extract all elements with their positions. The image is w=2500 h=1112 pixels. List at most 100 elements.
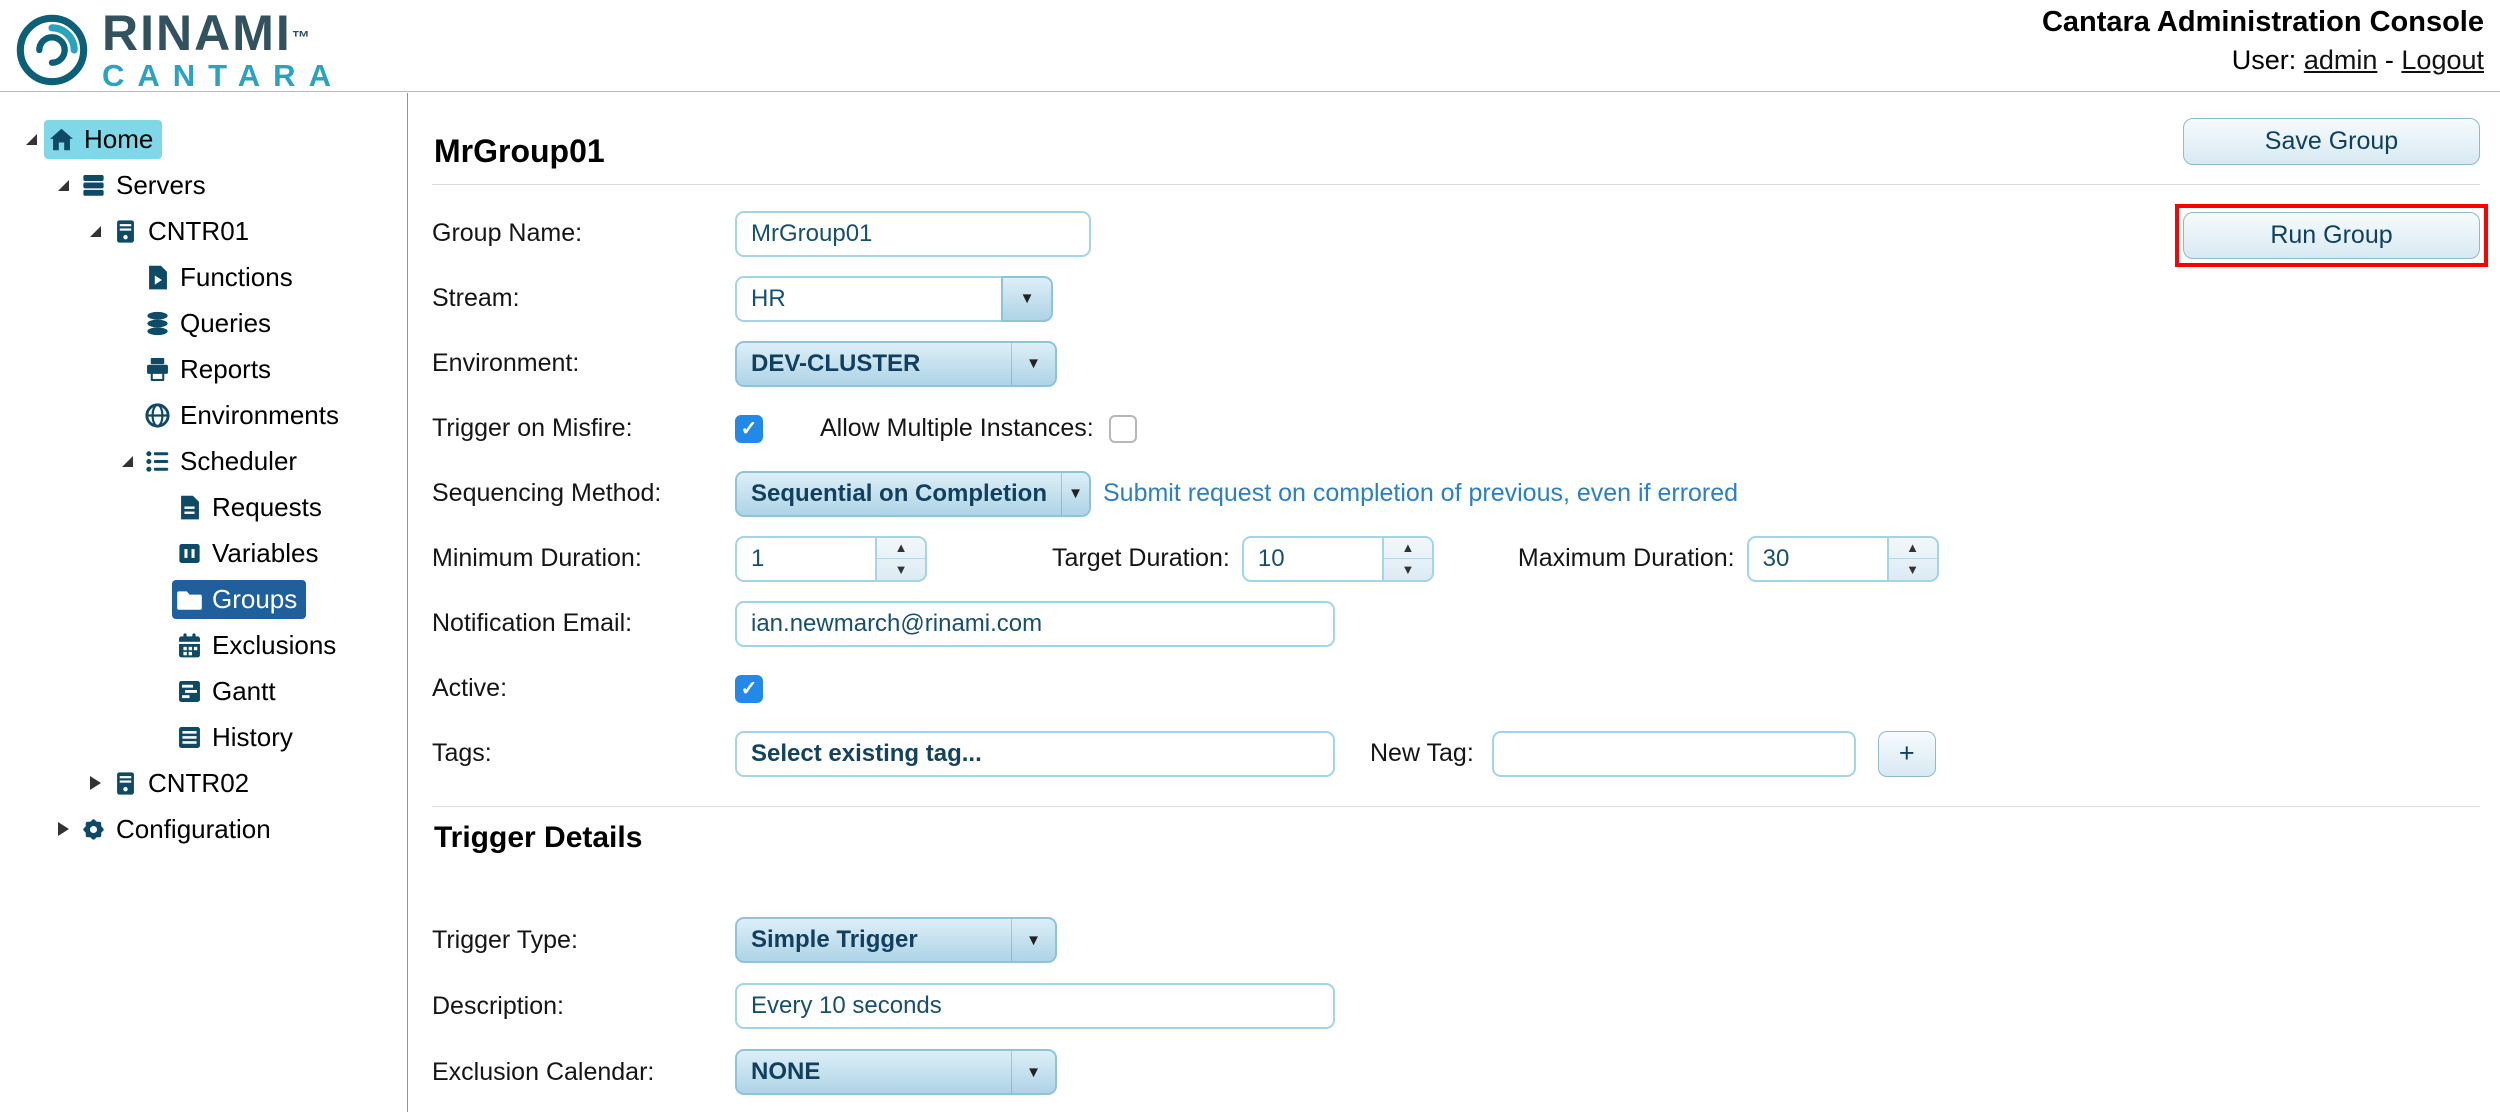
notification-email-input[interactable]: [735, 601, 1335, 647]
sidebar-item-environments[interactable]: Environments: [0, 392, 407, 438]
durations-row: Minimum Duration: ▲ ▼ Target Duration: ▲…: [432, 526, 2480, 591]
sidebar-item-servers[interactable]: Servers: [0, 162, 407, 208]
allow-multiple-instances-label: Allow Multiple Instances:: [820, 414, 1094, 443]
environments-icon: [144, 402, 171, 429]
chevron-down-icon: ▼: [1020, 290, 1035, 307]
sidebar-item-configuration[interactable]: Configuration: [0, 806, 407, 852]
logo-line2: CANTARA: [102, 60, 344, 91]
active-checkbox[interactable]: ✓: [735, 675, 763, 703]
trigger-type-select[interactable]: Simple Trigger ▼: [735, 917, 1057, 963]
target-duration-spinner: ▲ ▼: [1242, 536, 1434, 582]
sidebar-item-chip: Configuration: [76, 810, 280, 849]
new-tag-label: New Tag:: [1370, 739, 1474, 768]
description-input[interactable]: [735, 983, 1335, 1029]
trigger-type-label: Trigger Type:: [432, 926, 735, 955]
stream-input[interactable]: [735, 276, 1003, 322]
sequencing-method-help-text: Submit request on completion of previous…: [1103, 479, 1738, 508]
minimum-duration-label: Minimum Duration:: [432, 544, 735, 573]
increment-button[interactable]: ▲: [1889, 538, 1937, 560]
sidebar-item-label: History: [212, 722, 293, 753]
logo-text: RINAMI™ CANTARA: [102, 8, 344, 91]
tags-input[interactable]: [735, 731, 1335, 777]
history-icon: [176, 724, 203, 751]
environment-label: Environment:: [432, 349, 735, 378]
allow-multiple-instances-checkbox[interactable]: [1109, 415, 1137, 443]
target-duration-input[interactable]: [1242, 536, 1384, 582]
minimum-duration-input[interactable]: [735, 536, 877, 582]
chevron-down-icon: ▼: [1011, 343, 1055, 385]
sequencing-method-value: Sequential on Completion: [737, 480, 1061, 508]
sidebar-item-chip: Servers: [76, 166, 215, 205]
decrement-button[interactable]: ▼: [1889, 559, 1937, 580]
maximum-duration-input[interactable]: [1747, 536, 1889, 582]
decrement-button[interactable]: ▼: [877, 559, 925, 580]
trigger-on-misfire-checkbox[interactable]: ✓: [735, 415, 763, 443]
save-group-button[interactable]: Save Group: [2183, 118, 2480, 165]
sidebar-item-chip: Gantt: [172, 672, 285, 711]
sidebar-item-label: Requests: [212, 492, 322, 523]
sequencing-method-select[interactable]: Sequential on Completion ▼: [735, 471, 1091, 517]
configuration-icon: [80, 816, 107, 843]
sidebar-item-gantt[interactable]: Gantt: [0, 668, 407, 714]
misfire-row: Trigger on Misfire: ✓ Allow Multiple Ins…: [432, 396, 2480, 461]
sidebar-item-scheduler[interactable]: Scheduler: [0, 438, 407, 484]
sidebar-item-cntr02[interactable]: CNTR02: [0, 760, 407, 806]
exclusion-calendar-select[interactable]: NONE ▼: [735, 1049, 1057, 1095]
sidebar-item-label: Groups: [212, 584, 297, 615]
requests-icon: [176, 494, 203, 521]
active-row: Active: ✓: [432, 656, 2480, 721]
environment-row: Environment: DEV-CLUSTER ▼: [432, 331, 2480, 396]
sidebar-item-history[interactable]: History: [0, 714, 407, 760]
sidebar-item-label: Environments: [180, 400, 339, 431]
add-tag-button[interactable]: +: [1878, 731, 1936, 777]
sidebar-item-queries[interactable]: Queries: [0, 300, 407, 346]
run-group-highlight-annotation: Run Group: [2175, 204, 2488, 267]
sidebar-item-home[interactable]: Home: [0, 116, 407, 162]
sidebar-item-chip: History: [172, 718, 302, 757]
run-group-button[interactable]: Run Group: [2183, 212, 2480, 259]
increment-button[interactable]: ▲: [877, 538, 925, 560]
sidebar-item-exclusions[interactable]: Exclusions: [0, 622, 407, 668]
exclusion-calendar-value: NONE: [737, 1058, 1011, 1086]
collapse-toggle-icon[interactable]: [18, 134, 44, 145]
sequencing-method-label: Sequencing Method:: [432, 479, 735, 508]
user-link[interactable]: admin: [2304, 45, 2378, 75]
increment-button[interactable]: ▲: [1384, 538, 1432, 560]
sidebar-item-chip: Environments: [140, 396, 348, 435]
sidebar-item-groups[interactable]: Groups: [0, 576, 407, 622]
trigger-type-row: Trigger Type: Simple Trigger ▼: [432, 907, 2480, 973]
expand-toggle-icon[interactable]: [82, 776, 108, 790]
sidebar-item-reports[interactable]: Reports: [0, 346, 407, 392]
description-row: Description:: [432, 973, 2480, 1039]
sidebar-item-cntr01[interactable]: CNTR01: [0, 208, 407, 254]
target-duration-stepper: ▲ ▼: [1382, 536, 1434, 582]
sidebar-item-functions[interactable]: Functions: [0, 254, 407, 300]
sidebar-item-variables[interactable]: Variables: [0, 530, 407, 576]
sidebar-item-label: Scheduler: [180, 446, 297, 477]
stream-row: Stream: ▼: [432, 266, 2480, 331]
collapse-toggle-icon[interactable]: [50, 180, 76, 191]
group-name-input[interactable]: [735, 211, 1091, 257]
sidebar-item-label: Servers: [116, 170, 206, 201]
sidebar-item-label: Exclusions: [212, 630, 336, 661]
stream-dropdown-button[interactable]: ▼: [1001, 276, 1053, 322]
expand-toggle-icon[interactable]: [50, 822, 76, 836]
collapse-toggle-icon[interactable]: [82, 226, 108, 237]
chevron-down-icon: ▼: [1011, 1051, 1055, 1093]
title-divider: [432, 184, 2480, 185]
exclusion-calendar-label: Exclusion Calendar:: [432, 1058, 735, 1087]
logout-link[interactable]: Logout: [2401, 45, 2484, 75]
new-tag-input[interactable]: [1492, 731, 1856, 777]
decrement-button[interactable]: ▼: [1384, 559, 1432, 580]
minimum-duration-stepper: ▲ ▼: [875, 536, 927, 582]
reports-icon: [144, 356, 171, 383]
tags-row: Tags: New Tag: +: [432, 721, 2480, 786]
group-name-label: Group Name:: [432, 219, 735, 248]
rinami-logo-icon: [14, 12, 90, 88]
sidebar-item-label: Gantt: [212, 676, 276, 707]
environment-select[interactable]: DEV-CLUSTER ▼: [735, 341, 1057, 387]
collapse-toggle-icon[interactable]: [114, 456, 140, 467]
sequencing-method-row: Sequencing Method: Sequential on Complet…: [432, 461, 2480, 526]
sidebar-item-requests[interactable]: Requests: [0, 484, 407, 530]
exclusions-icon: [176, 632, 203, 659]
